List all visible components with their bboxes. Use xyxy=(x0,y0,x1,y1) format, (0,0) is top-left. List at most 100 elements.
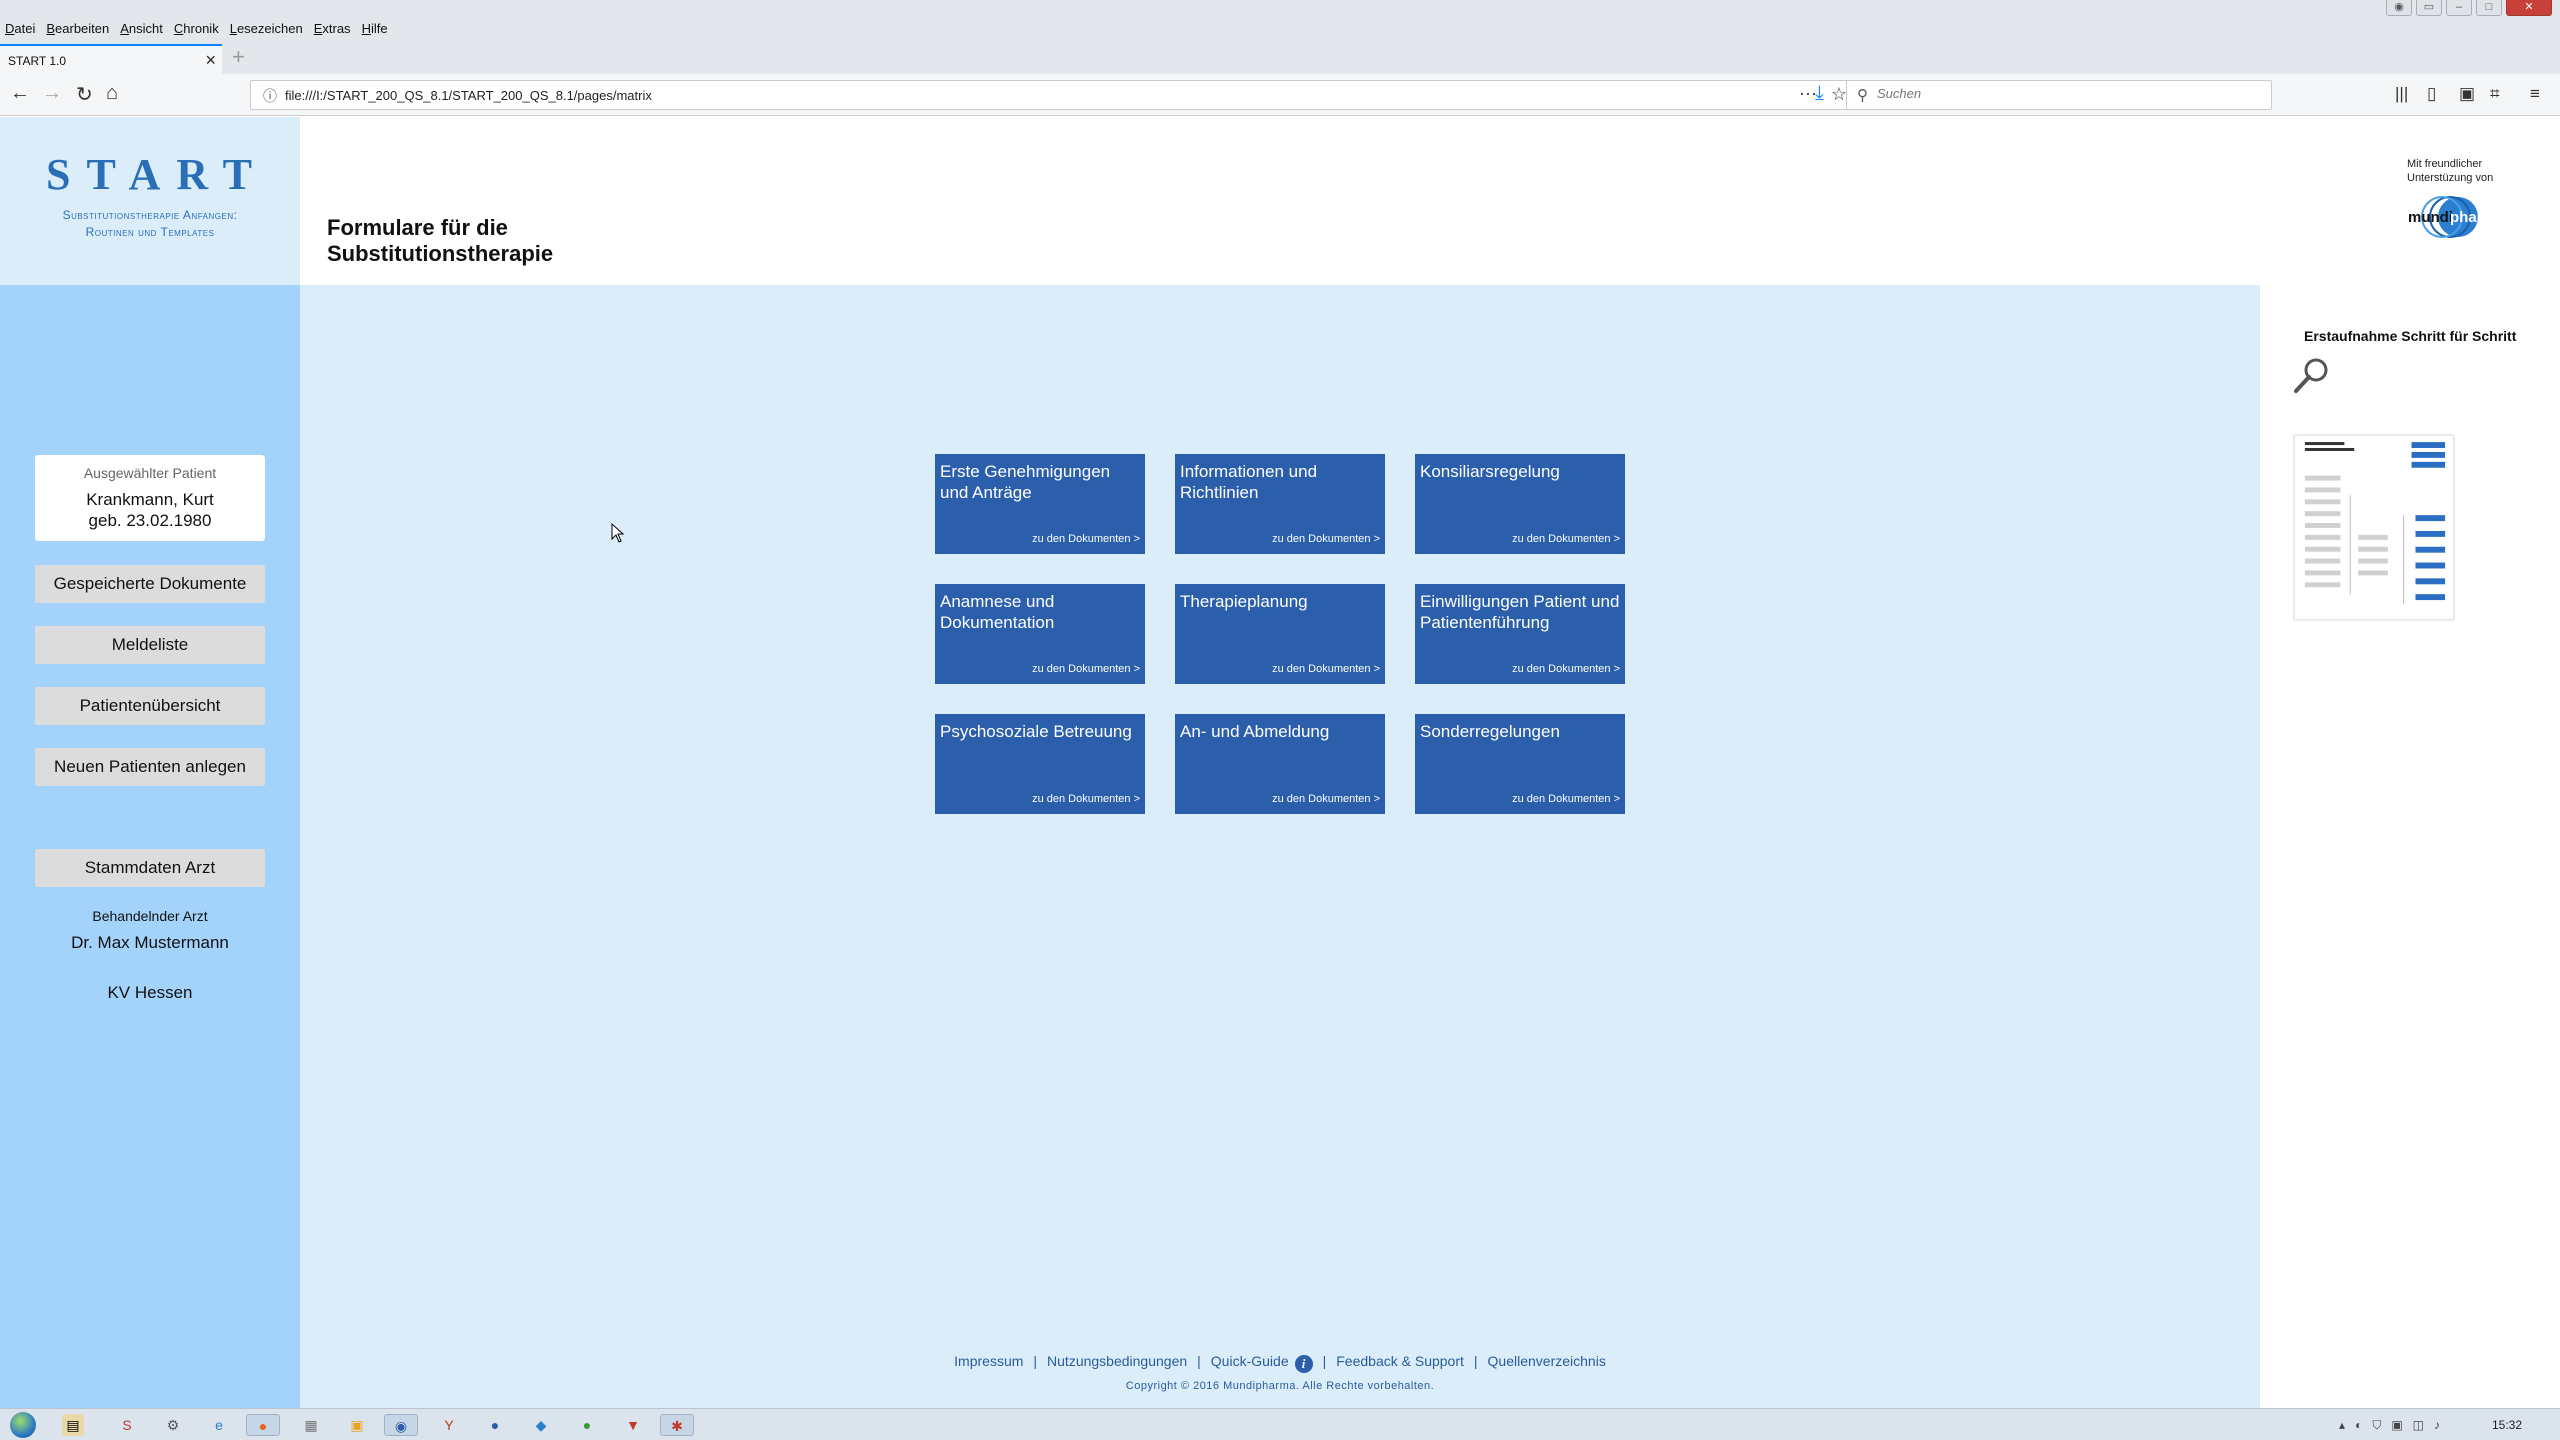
page-title: Formulare für die Substitutionstherapie xyxy=(327,215,554,266)
menu-chronik[interactable]: Chronik xyxy=(174,21,219,36)
sidebar: Ausgewählter Patient Krankmann, Kurt geb… xyxy=(0,285,300,1408)
window-controls: ◉ ▭ – □ ✕ xyxy=(2386,0,2552,16)
tile-link[interactable]: zu den Dokumenten > xyxy=(1512,533,1620,545)
add-patient-button[interactable]: Neuen Patienten anlegen xyxy=(35,748,265,786)
menu-datei[interactable]: Datei xyxy=(5,21,35,36)
tile-link[interactable]: zu den Dokumenten > xyxy=(1272,793,1380,805)
tile-therapy-planning[interactable]: Therapieplanung zu den Dokumenten > xyxy=(1175,584,1385,684)
url-text: file:///I:/START_200_QS_8.1/START_200_QS… xyxy=(285,88,652,103)
mouse-cursor-icon xyxy=(611,523,625,543)
patient-overview-button[interactable]: Patientenübersicht xyxy=(35,687,265,725)
right-panel-title: Erstaufnahme Schritt für Schritt xyxy=(2304,328,2517,344)
report-list-button[interactable]: Meldeliste xyxy=(35,626,265,664)
restore-icon[interactable]: ▭ xyxy=(2416,0,2442,16)
download-icon[interactable]: ⤓ xyxy=(1815,82,1824,105)
tile-link[interactable]: zu den Dokumenten > xyxy=(1512,793,1620,805)
magnifier-icon[interactable] xyxy=(2292,355,2332,395)
sponsor-text: Mit freundlicher Unterstüzung von xyxy=(2407,158,2494,184)
flowchart-thumbnail[interactable] xyxy=(2294,435,2454,620)
footer-link-feedback[interactable]: Feedback & Support xyxy=(1336,1353,1464,1369)
tile-registration[interactable]: An- und Abmeldung zu den Dokumenten > xyxy=(1175,714,1385,814)
logo-subtitle-line1: Substitutionstherapie Anfangen: xyxy=(62,208,238,222)
maximize-button[interactable]: □ xyxy=(2476,0,2502,16)
tile-information-guidelines[interactable]: Informationen und Richtlinien zu den Dok… xyxy=(1175,454,1385,554)
svg-text:pharma: pharma xyxy=(2450,209,2494,226)
app-icon[interactable]: ◉ xyxy=(384,1414,418,1436)
menu-lesezeichen[interactable]: Lesezeichen xyxy=(230,21,303,36)
tile-link[interactable]: zu den Dokumenten > xyxy=(1032,793,1140,805)
tile-link[interactable]: zu den Dokumenten > xyxy=(1512,663,1620,675)
tile-patient-consent[interactable]: Einwilligungen Patient und Patientenführ… xyxy=(1415,584,1625,684)
home-icon[interactable]: ⌂ xyxy=(106,82,118,105)
copyright: Copyright © 2016 Mundipharma. Alle Recht… xyxy=(1125,1380,1435,1392)
tile-anamnesis[interactable]: Anamnese und Dokumentation zu den Dokume… xyxy=(935,584,1145,684)
search-box[interactable]: ⚲ xyxy=(1846,80,2272,110)
new-tab-icon[interactable]: + xyxy=(232,44,245,70)
clock[interactable]: 15:32 xyxy=(2492,1418,2522,1432)
tab-start[interactable]: START 1.0 × xyxy=(0,44,222,74)
selected-patient-box: Ausgewählter Patient Krankmann, Kurt geb… xyxy=(35,455,265,541)
hamburger-menu-icon[interactable]: ≡ xyxy=(2530,84,2540,104)
footer-link-terms[interactable]: Nutzungsbedingungen xyxy=(1047,1353,1187,1369)
tab-title: START 1.0 xyxy=(8,54,67,68)
ie-icon[interactable]: e xyxy=(208,1414,230,1436)
forward-icon[interactable]: → xyxy=(42,82,62,105)
kv-region: KV Hessen xyxy=(107,983,193,1002)
tile-link[interactable]: zu den Dokumenten > xyxy=(1032,533,1140,545)
app-icon[interactable]: ⚙ xyxy=(162,1414,184,1436)
site-info-icon[interactable]: ⓘ xyxy=(263,86,277,106)
app-icon[interactable]: ● xyxy=(576,1414,598,1436)
footer-link-quick-guide[interactable]: Quick-Guide xyxy=(1211,1353,1289,1369)
menu-list: Datei Bearbeiten Ansicht Chronik Lesezei… xyxy=(5,21,388,36)
footer-separator: | xyxy=(1197,1353,1201,1369)
bookmark-star-icon[interactable]: ☆ xyxy=(1831,84,1847,105)
mundipharma-logo: mundi pharma xyxy=(2408,196,2494,238)
app-icon[interactable]: ▣ xyxy=(346,1414,368,1436)
sidebar-toggle-icon[interactable]: ▯ xyxy=(2427,84,2436,104)
app-icon[interactable]: Y xyxy=(438,1414,460,1436)
app-icon[interactable]: ▦ xyxy=(300,1414,322,1436)
menu-extras[interactable]: Extras xyxy=(314,21,351,36)
tile-consultation-rules[interactable]: Konsiliarsregelung zu den Dokumenten > xyxy=(1415,454,1625,554)
saved-documents-button[interactable]: Gespeicherte Dokumente xyxy=(35,565,265,603)
library-icon[interactable]: ||| xyxy=(2395,84,2408,104)
logo-area[interactable]: START Substitutionstherapie Anfangen: Ro… xyxy=(0,117,300,285)
close-tab-icon[interactable]: × xyxy=(205,50,216,71)
tile-special-rules[interactable]: Sonderregelungen zu den Dokumenten > xyxy=(1415,714,1625,814)
doctor-label: Behandelnder Arzt xyxy=(92,908,208,924)
app-icon[interactable]: ● xyxy=(484,1414,506,1436)
footer-link-impressum[interactable]: Impressum xyxy=(954,1353,1023,1369)
reload-icon[interactable]: ↻ xyxy=(76,82,93,107)
app-icon[interactable]: ✱ xyxy=(660,1414,694,1436)
tile-title: Informationen und Richtlinien xyxy=(1180,462,1318,502)
firefox-icon[interactable]: ● xyxy=(246,1414,280,1436)
info-icon[interactable]: i xyxy=(1294,1355,1313,1373)
minimize-button[interactable]: – xyxy=(2446,0,2472,16)
menu-hilfe[interactable]: Hilfe xyxy=(362,21,388,36)
search-input[interactable] xyxy=(1877,86,2257,101)
tile-link[interactable]: zu den Dokumenten > xyxy=(1272,663,1380,675)
back-icon[interactable]: ← xyxy=(10,82,30,105)
tile-psychosocial-care[interactable]: Psychosoziale Betreuung zu den Dokumente… xyxy=(935,714,1145,814)
start-button[interactable] xyxy=(10,1412,36,1438)
logo-subtitle: Substitutionstherapie Anfangen: Routinen… xyxy=(0,207,300,241)
menu-bearbeiten[interactable]: Bearbeiten xyxy=(46,21,109,36)
tile-link[interactable]: zu den Dokumenten > xyxy=(1272,533,1380,545)
app-icon[interactable]: ▼ xyxy=(622,1414,644,1436)
doctor-master-data-button[interactable]: Stammdaten Arzt xyxy=(35,849,265,887)
footer-link-sources[interactable]: Quellenverzeichnis xyxy=(1488,1353,1606,1369)
system-tray[interactable]: ▴◐⛉▣◫♪ xyxy=(2339,1418,2450,1433)
eye-icon[interactable]: ◉ xyxy=(2386,0,2412,16)
browser-menubar: Datei Bearbeiten Ansicht Chronik Lesezei… xyxy=(0,0,2560,42)
tile-link[interactable]: zu den Dokumenten > xyxy=(1032,663,1140,675)
explorer-icon[interactable]: ▤ xyxy=(62,1414,84,1436)
app-icon[interactable]: ◆ xyxy=(530,1414,552,1436)
crop-icon[interactable]: ⌗ xyxy=(2490,84,2500,104)
url-bar[interactable]: ⓘ file:///I:/START_200_QS_8.1/START_200_… xyxy=(250,80,1858,110)
close-window-button[interactable]: ✕ xyxy=(2506,0,2552,16)
app-icon[interactable]: S xyxy=(116,1414,138,1436)
menu-ansicht[interactable]: Ansicht xyxy=(120,21,163,36)
screenshot-icon[interactable]: ▣ xyxy=(2459,84,2475,104)
tile-first-approvals[interactable]: Erste Genehmigungen und Anträge zu den D… xyxy=(935,454,1145,554)
svg-text:mundi: mundi xyxy=(2408,209,2453,226)
